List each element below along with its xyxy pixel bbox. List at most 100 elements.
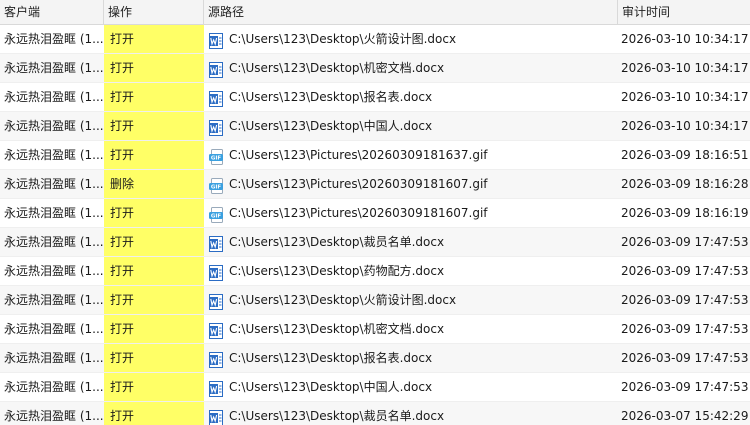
cell-source-path: C:\Users\123\Desktop\裁员名单.docx	[204, 228, 618, 257]
gif-image-icon: GIF	[209, 176, 225, 194]
source-path-text: C:\Users\123\Desktop\中国人.docx	[229, 380, 433, 394]
table-row[interactable]: 永远热泪盈眶 (1... 打开 C:\Users\123\Desktop\报名表.d…	[0, 83, 750, 112]
cell-source-path: C:\Users\123\Desktop\报名表.docx	[204, 83, 618, 112]
cell-operation: 打开	[104, 373, 204, 402]
cell-client: 永远热泪盈眶 (1...	[4, 61, 104, 75]
source-path-text: C:\Users\123\Desktop\报名表.docx	[229, 351, 433, 365]
cell-audit-time: 2026-03-09 17:47:53	[621, 293, 749, 307]
cell-client: 永远热泪盈眶 (1...	[4, 293, 104, 307]
table-row[interactable]: 永远热泪盈眶 (1... 打开 C:\Users\123\Desktop\火箭设计图…	[0, 286, 750, 315]
column-header-client[interactable]: 客户端	[0, 0, 104, 24]
cell-client: 永远热泪盈眶 (1...	[4, 380, 104, 394]
cell-source-path: C:\Users\123\Desktop\机密文档.docx	[204, 54, 618, 83]
cell-client: 永远热泪盈眶 (1...	[4, 148, 104, 162]
table-row[interactable]: 永远热泪盈眶 (1... 打开 C:\Users\123\Desktop\中国人.d…	[0, 373, 750, 402]
cell-source-path: C:\Users\123\Desktop\火箭设计图.docx	[204, 25, 618, 54]
table-row[interactable]: 永远热泪盈眶 (1... 打开 C:\Users\123\Desktop\中国人.d…	[0, 112, 750, 141]
cell-audit-time: 2026-03-09 17:47:53	[621, 264, 749, 278]
word-doc-icon	[209, 118, 223, 136]
table-row[interactable]: 永远热泪盈眶 (1... 打开 C:\Users\123\Desktop\裁员名单.…	[0, 228, 750, 257]
cell-source-path: C:\Users\123\Desktop\裁员名单.docx	[204, 402, 618, 425]
cell-audit-time: 2026-03-10 10:34:17	[621, 119, 749, 133]
cell-audit-time: 2026-03-09 18:16:51	[621, 148, 749, 162]
cell-source-path: C:\Users\123\Desktop\机密文档.docx	[204, 315, 618, 344]
cell-operation: 打开	[104, 315, 204, 344]
source-path-text: C:\Users\123\Desktop\裁员名单.docx	[229, 409, 445, 423]
source-path-text: C:\Users\123\Desktop\火箭设计图.docx	[229, 293, 457, 307]
word-doc-icon	[209, 234, 223, 252]
source-path-text: C:\Users\123\Pictures\20260309181607.gif	[229, 206, 488, 220]
cell-source-path: C:\Users\123\Desktop\中国人.docx	[204, 112, 618, 141]
table-row[interactable]: 永远热泪盈眶 (1... 打开 C:\Users\123\Desktop\药物配方.…	[0, 257, 750, 286]
cell-audit-time: 2026-03-09 18:16:28	[621, 177, 749, 191]
table-row[interactable]: 永远热泪盈眶 (1... 打开 C:\Users\123\Desktop\报名表.d…	[0, 344, 750, 373]
cell-operation: 打开	[104, 286, 204, 315]
source-path-text: C:\Users\123\Pictures\20260309181637.gif	[229, 148, 488, 162]
word-doc-icon	[209, 350, 223, 368]
table-header: 客户端 操作 源路径 审计时间	[0, 0, 750, 25]
word-doc-icon	[209, 31, 223, 49]
svg-text:GIF: GIF	[211, 155, 222, 161]
cell-client: 永远热泪盈眶 (1...	[4, 90, 104, 104]
cell-source-path: C:\Users\123\Desktop\报名表.docx	[204, 344, 618, 373]
svg-text:GIF: GIF	[211, 213, 222, 219]
word-doc-icon	[209, 321, 223, 339]
cell-operation: 删除	[104, 170, 204, 199]
source-path-text: C:\Users\123\Desktop\中国人.docx	[229, 119, 433, 133]
svg-text:GIF: GIF	[211, 184, 222, 190]
cell-operation: 打开	[104, 112, 204, 141]
word-doc-icon	[209, 379, 223, 397]
word-doc-icon	[209, 408, 223, 425]
cell-client: 永远热泪盈眶 (1...	[4, 32, 104, 46]
cell-client: 永远热泪盈眶 (1...	[4, 235, 104, 249]
cell-audit-time: 2026-03-09 17:47:53	[621, 351, 749, 365]
source-path-text: C:\Users\123\Desktop\报名表.docx	[229, 90, 433, 104]
source-path-text: C:\Users\123\Pictures\20260309181607.gif	[229, 177, 488, 191]
cell-audit-time: 2026-03-09 17:47:53	[621, 322, 749, 336]
source-path-text: C:\Users\123\Desktop\机密文档.docx	[229, 61, 445, 75]
cell-operation: 打开	[104, 344, 204, 373]
table-row[interactable]: 永远热泪盈眶 (1... 打开 GIF C:\Users\123\Pictures\2…	[0, 199, 750, 228]
cell-audit-time: 2026-03-10 10:34:17	[621, 90, 749, 104]
cell-audit-time: 2026-03-09 18:16:19	[621, 206, 749, 220]
cell-operation: 打开	[104, 199, 204, 228]
cell-client: 永远热泪盈眶 (1...	[4, 409, 104, 423]
cell-operation: 打开	[104, 228, 204, 257]
cell-client: 永远热泪盈眶 (1...	[4, 351, 104, 365]
word-doc-icon	[209, 60, 223, 78]
table-row[interactable]: 永远热泪盈眶 (1... 打开 C:\Users\123\Desktop\裁员名单.…	[0, 402, 750, 425]
word-doc-icon	[209, 292, 223, 310]
table-row[interactable]: 永远热泪盈眶 (1... 打开 C:\Users\123\Desktop\机密文档.…	[0, 315, 750, 344]
column-header-source-path[interactable]: 源路径	[204, 0, 618, 24]
cell-operation: 打开	[104, 141, 204, 170]
cell-client: 永远热泪盈眶 (1...	[4, 206, 104, 220]
cell-operation: 打开	[104, 83, 204, 112]
column-header-operation[interactable]: 操作	[104, 0, 204, 24]
cell-audit-time: 2026-03-09 17:47:53	[621, 380, 749, 394]
gif-image-icon: GIF	[209, 205, 225, 223]
cell-client: 永远热泪盈眶 (1...	[4, 177, 104, 191]
cell-operation: 打开	[104, 402, 204, 425]
cell-source-path: GIF C:\Users\123\Pictures\20260309181637.…	[204, 141, 618, 170]
table-row[interactable]: 永远热泪盈眶 (1... 打开 C:\Users\123\Desktop\机密文档.…	[0, 54, 750, 83]
table-row[interactable]: 永远热泪盈眶 (1... 打开 GIF C:\Users\123\Pictures\2…	[0, 141, 750, 170]
table-row[interactable]: 永远热泪盈眶 (1... 删除 GIF C:\Users\123\Pictures\2…	[0, 170, 750, 199]
audit-log-table: 客户端 操作 源路径 审计时间 永远热泪盈眶 (1... 打开 C:\Users\1…	[0, 0, 750, 425]
table-row[interactable]: 永远热泪盈眶 (1... 打开 C:\Users\123\Desktop\火箭设计图…	[0, 25, 750, 54]
cell-audit-time: 2026-03-07 15:42:29	[621, 409, 749, 423]
word-doc-icon	[209, 263, 223, 281]
column-header-audit-time[interactable]: 审计时间	[618, 0, 750, 24]
cell-source-path: C:\Users\123\Desktop\中国人.docx	[204, 373, 618, 402]
cell-operation: 打开	[104, 25, 204, 54]
cell-operation: 打开	[104, 257, 204, 286]
source-path-text: C:\Users\123\Desktop\裁员名单.docx	[229, 235, 445, 249]
word-doc-icon	[209, 89, 223, 107]
cell-client: 永远热泪盈眶 (1...	[4, 119, 104, 133]
cell-source-path: GIF C:\Users\123\Pictures\20260309181607.…	[204, 170, 618, 199]
cell-audit-time: 2026-03-09 17:47:53	[621, 235, 749, 249]
source-path-text: C:\Users\123\Desktop\机密文档.docx	[229, 322, 445, 336]
gif-image-icon: GIF	[209, 147, 225, 165]
cell-source-path: C:\Users\123\Desktop\药物配方.docx	[204, 257, 618, 286]
cell-source-path: GIF C:\Users\123\Pictures\20260309181607.…	[204, 199, 618, 228]
cell-operation: 打开	[104, 54, 204, 83]
